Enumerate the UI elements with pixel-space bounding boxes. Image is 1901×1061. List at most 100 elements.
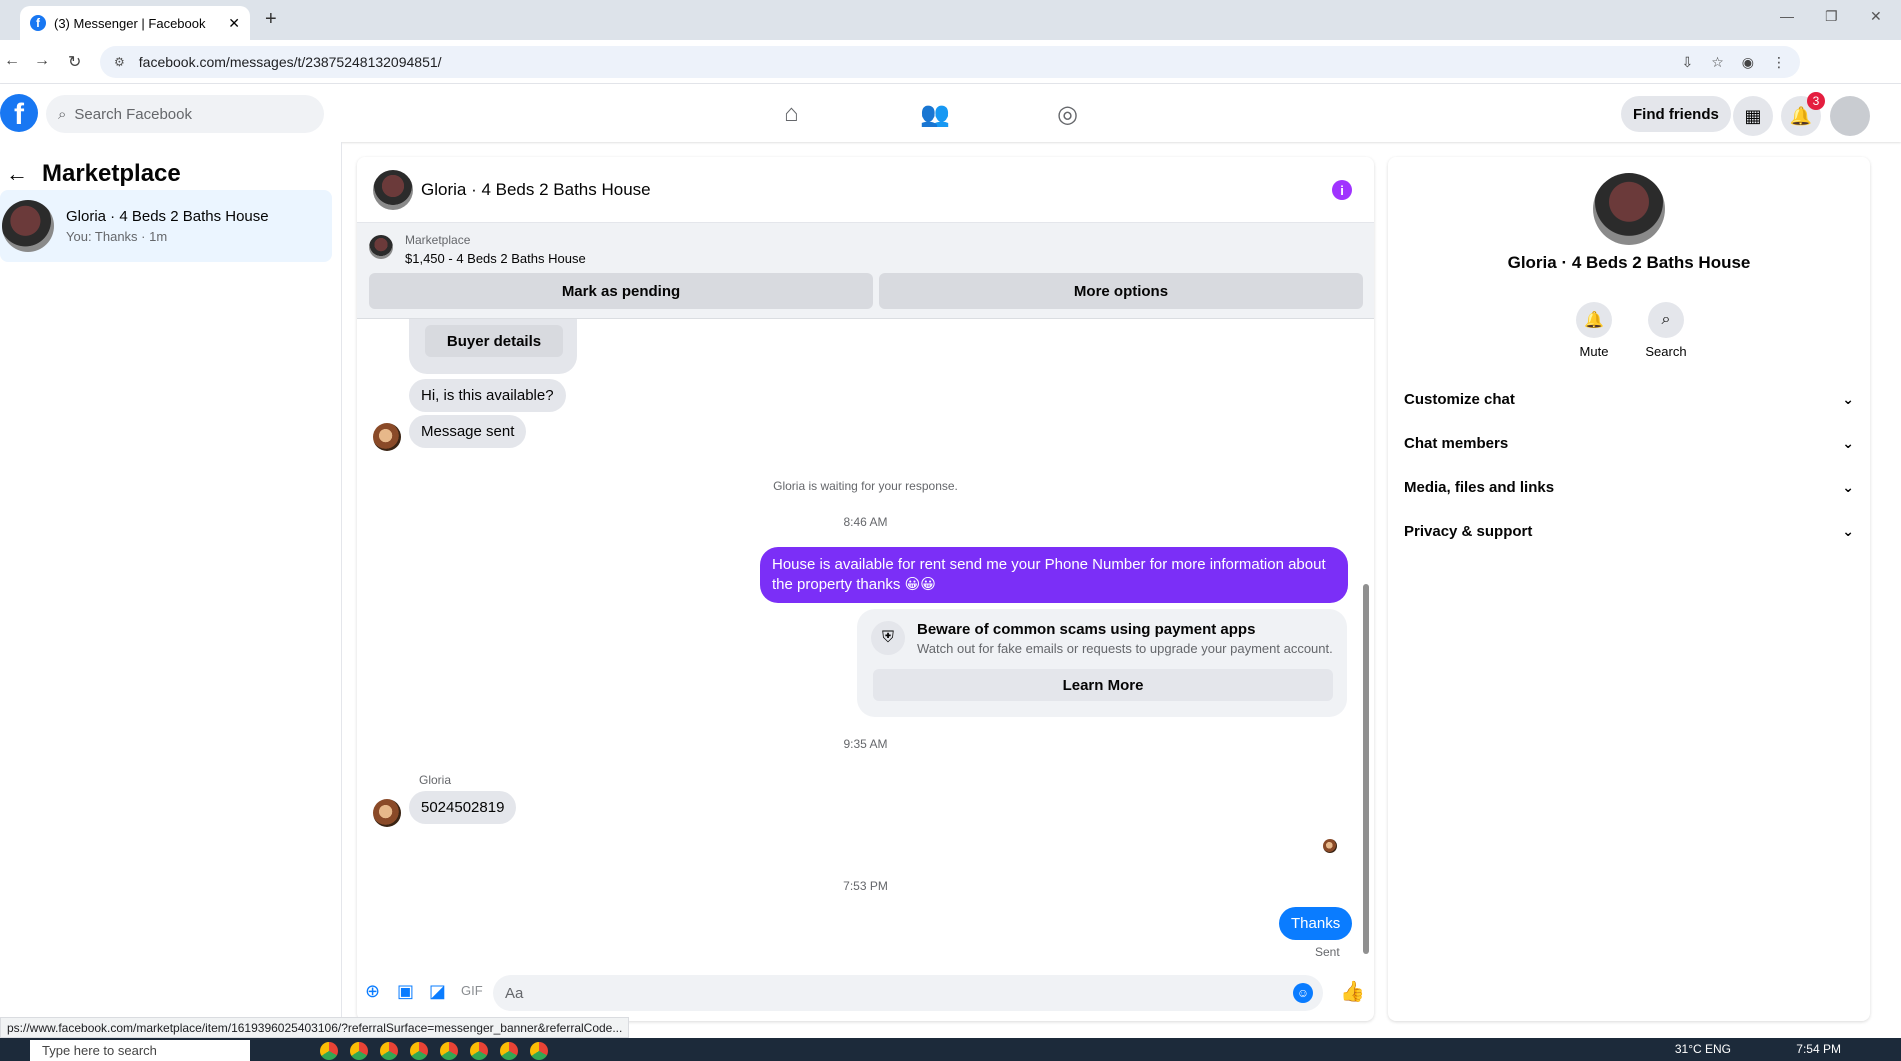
find-friends-button[interactable]: Find friends [1621,96,1731,132]
chat-thumbnail[interactable] [373,169,413,210]
conversation-thumbnail [2,200,54,252]
chat-info-name: Gloria · 4 Beds 2 Baths House [1507,253,1751,272]
site-info-icon[interactable]: ⚙ [114,55,125,69]
gloria-avatar[interactable] [373,799,401,827]
section-customize-chat[interactable]: Customize chat ⌄ [1404,379,1854,419]
marketplace-label: Marketplace [405,233,471,247]
facebook-favicon-icon: f [30,15,46,31]
reload-icon[interactable]: ↻ [68,52,81,72]
listing-title[interactable]: $1,450 - 4 Beds 2 Baths House [405,251,586,266]
mark-as-pending-button[interactable]: Mark as pending [369,273,873,309]
incoming-message: Message sent [409,415,527,448]
section-label: Media, files and links [1404,478,1555,496]
back-arrow-icon[interactable]: ← [6,161,28,187]
account-avatar[interactable] [1830,96,1870,136]
scam-warning-title: Beware of common scams using payment app… [917,621,1256,638]
sticker-icon[interactable]: ◪ [429,981,446,1002]
friends-icon[interactable]: 👥 [920,100,950,129]
tab-title: (3) Messenger | Facebook [54,15,206,31]
conversation-list-panel: ← Marketplace Gloria · 4 Beds 2 Baths Ho… [0,142,342,1022]
taskbar-search-input[interactable]: Type here to search [30,1040,250,1061]
mute-label: Mute [1579,344,1609,359]
sender-name: Gloria [419,773,452,787]
outgoing-message-line: House is available for rent send me your… [772,556,1326,573]
chat-info-panel: Gloria · 4 Beds 2 Baths House 🔔 Mute ⌕ S… [1388,157,1870,1021]
mute-button[interactable]: 🔔 Mute [1564,302,1624,359]
incoming-message: 5024502819 [409,791,517,824]
facebook-search-input[interactable]: ⌕ Search Facebook [46,95,324,133]
section-label: Customize chat [1404,390,1515,408]
scrollbar-thumb[interactable] [1363,584,1369,954]
chrome-app-icon[interactable] [440,1042,458,1060]
profile-icon[interactable]: ◉ [1742,54,1754,71]
chrome-app-icon[interactable] [350,1042,368,1060]
outgoing-message-line: the property thanks 😀😀 [772,576,936,593]
scam-warning-card: ⛨ Beware of common scams using payment a… [857,609,1347,717]
section-chat-members[interactable]: Chat members ⌄ [1404,423,1854,463]
menu-icon[interactable]: ⋮ [1772,54,1786,71]
section-privacy-support[interactable]: Privacy & support ⌄ [1404,511,1854,551]
taskbar-apps [320,1042,548,1060]
shield-icon: ⛨ [871,621,905,655]
conversation-preview: You: Thanks · 1m [66,229,168,244]
message-list: Buyer details Hi, is this available? Mes… [357,319,1374,959]
notifications-bell-icon[interactable]: 🔔 3 [1781,92,1825,136]
conversation-item[interactable]: Gloria · 4 Beds 2 Baths House You: Thank… [0,190,332,262]
chat-info-avatar[interactable] [1593,173,1665,245]
scam-warning-text: Watch out for fake emails or requests to… [917,641,1333,656]
facebook-logo-icon[interactable]: f [0,94,38,132]
close-window-icon[interactable]: ✕ [1870,8,1882,25]
marketplace-banner: Marketplace $1,450 - 4 Beds 2 Baths Hous… [357,223,1374,319]
chrome-app-icon[interactable] [320,1042,338,1060]
chrome-app-icon[interactable] [380,1042,398,1060]
notification-badge: 3 [1807,92,1825,110]
menu-grid-icon[interactable]: ▦ [1733,96,1773,136]
plus-icon[interactable]: ⊕ [365,981,380,1002]
search-icon: ⌕ [1648,302,1684,338]
section-label: Privacy & support [1404,522,1533,540]
gif-icon[interactable]: GIF [461,983,483,998]
new-tab-icon[interactable]: + [265,8,277,31]
learn-more-button[interactable]: Learn More [873,669,1333,701]
address-bar[interactable]: ⚙ facebook.com/messages/t/23875248132094… [100,46,1800,78]
more-options-button[interactable]: More options [879,273,1363,309]
thumbs-up-icon[interactable]: 👍 [1340,979,1365,1004]
buyer-details-button[interactable]: Buyer details [425,325,563,357]
timestamp: 7:53 PM [843,879,888,893]
close-tab-icon[interactable]: ✕ [228,15,240,32]
section-media-files-links[interactable]: Media, files and links ⌄ [1404,467,1854,507]
forward-icon[interactable]: → [34,52,50,70]
chevron-down-icon: ⌄ [1842,390,1854,407]
chrome-app-icon[interactable] [410,1042,428,1060]
photo-icon[interactable]: ▣ [397,981,414,1002]
search-button[interactable]: ⌕ Search [1636,302,1696,359]
chevron-down-icon: ⌄ [1842,434,1854,451]
groups-icon[interactable]: ◎ [1057,100,1078,129]
minimize-icon[interactable]: — [1780,8,1794,24]
chrome-app-icon[interactable] [530,1042,548,1060]
chrome-app-icon[interactable] [500,1042,518,1060]
chat-header: Gloria · 4 Beds 2 Baths House i [357,157,1374,223]
gloria-avatar[interactable] [373,423,401,451]
message-input[interactable]: Aa ☺ [493,975,1323,1011]
message-scrollbar[interactable] [1362,329,1370,954]
info-icon[interactable]: i [1332,180,1352,200]
chrome-app-icon[interactable] [470,1042,488,1060]
conversation-name: Gloria · 4 Beds 2 Baths House [66,208,269,225]
taskbar-clock: 7:54 PM [1796,1042,1841,1056]
home-icon[interactable]: ⌂ [784,100,799,128]
restore-icon[interactable]: ❐ [1825,8,1838,25]
listing-thumbnail[interactable] [369,235,393,259]
bookmark-star-icon[interactable]: ☆ [1711,54,1724,71]
left-panel-header: ← Marketplace [6,160,181,188]
chat-title[interactable]: Gloria · 4 Beds 2 Baths House [421,180,651,200]
outgoing-message: Thanks [1279,907,1353,940]
emoji-icon[interactable]: ☺ [1293,983,1313,1003]
sent-status: Sent [1315,945,1340,959]
timestamp: 9:35 AM [843,737,888,751]
browser-tab[interactable]: f (3) Messenger | Facebook ✕ [20,6,250,40]
timestamp: 8:46 AM [843,515,888,529]
install-icon[interactable]: ⇩ [1681,54,1693,71]
back-icon[interactable]: ← [4,52,20,70]
link-status-bar: ps://www.facebook.com/marketplace/item/1… [0,1017,630,1038]
